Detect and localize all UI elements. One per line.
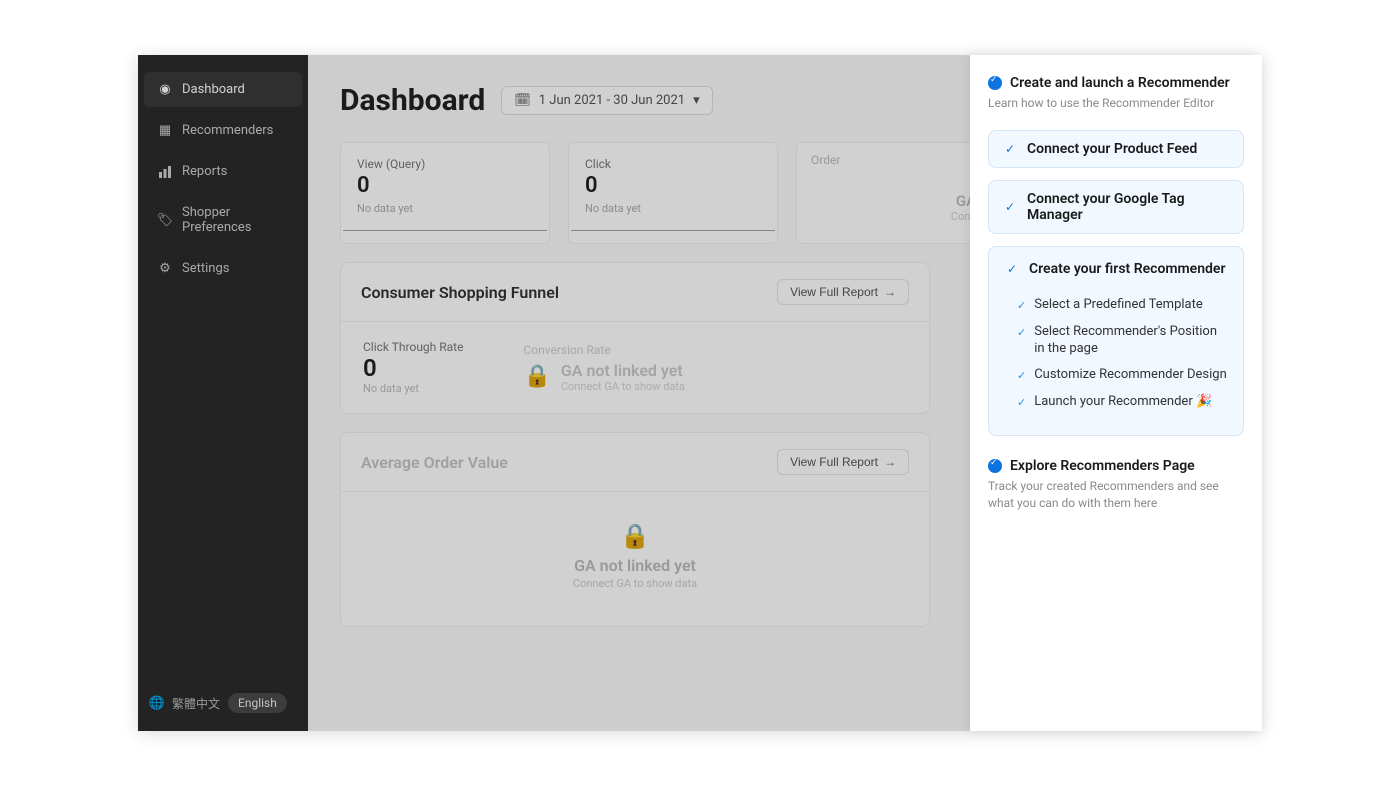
tour-step-title: Create and launch a Recommender — [1010, 75, 1230, 91]
sidebar-label: Shopper Preferences — [182, 205, 288, 235]
lock-icon: 🔒 — [523, 364, 550, 389]
check-icon: ✓ — [1017, 299, 1026, 313]
sidebar-item-settings[interactable]: ⚙ Settings — [144, 251, 302, 286]
stat-sub: No data yet — [357, 202, 533, 215]
metric-ctr: Click Through Rate 0 No data yet — [363, 340, 463, 395]
stat-value: 0 — [357, 173, 533, 198]
panel-head: Consumer Shopping Funnel View Full Repor… — [341, 263, 929, 322]
stat-sub: No data yet — [585, 202, 761, 215]
stat-label: View (Query) — [357, 157, 533, 171]
date-range-picker[interactable]: 🗓 1 Jun 2021 - 30 Jun 2021 ▾ — [501, 86, 712, 115]
tour-step-explore-page: Explore Recommenders Page Track your cre… — [988, 458, 1244, 512]
view-full-report-button[interactable]: View Full Report → — [777, 449, 909, 475]
sidebar-item-dashboard[interactable]: ◉ Dashboard — [144, 72, 302, 107]
tour-card-first-recommender[interactable]: ✓ Create your first Recommender ✓ Select … — [988, 246, 1244, 436]
metric-label: Conversion Rate — [523, 343, 685, 357]
page-title: Dashboard — [340, 83, 485, 118]
stat-label: Click — [585, 157, 761, 171]
stat-card-view: View (Query) 0 No data yet — [340, 142, 550, 244]
metric-sub: No data yet — [363, 382, 463, 395]
substep-label: Launch your Recommender 🎉 — [1034, 394, 1212, 411]
view-full-report-button[interactable]: View Full Report → — [777, 279, 909, 305]
tour-step-title: Explore Recommenders Page — [1010, 458, 1195, 474]
tour-substeps: ✓ Select a Predefined Template ✓ Select Re… — [1005, 297, 1227, 421]
grid-icon: ▦ — [158, 124, 172, 138]
chart-icon — [158, 165, 172, 179]
check-icon: ✓ — [1005, 262, 1019, 276]
language-bar: 🌐 繁體中文 English — [150, 693, 287, 713]
check-icon: ✓ — [1003, 142, 1017, 156]
sidebar-item-reports[interactable]: Reports — [144, 154, 302, 189]
stat-value: 0 — [585, 173, 761, 198]
tour-card-gtm[interactable]: ✓ Connect your Google Tag Manager — [988, 180, 1244, 234]
sidebar-item-recommenders[interactable]: ▦ Recommenders — [144, 113, 302, 148]
lang-en[interactable]: English — [228, 693, 287, 713]
sidebar-label: Recommenders — [182, 123, 273, 138]
interactive-tour-panel: Create and launch a Recommender Learn ho… — [970, 55, 1262, 731]
check-icon: ✓ — [1017, 326, 1026, 340]
check-icon: ✓ — [1017, 369, 1026, 383]
gear-icon: ⚙ — [158, 262, 172, 276]
sidebar: ◉ Dashboard ▦ Recommenders Reports 🏷 Sho… — [138, 55, 308, 731]
tour-card-title: Create your first Recommender — [1029, 261, 1226, 277]
substep-label: Select Recommender's Position in the pag… — [1034, 324, 1227, 358]
panel-body: 🔒 GA not linked yet Connect GA to show d… — [341, 492, 929, 626]
date-range-text: 1 Jun 2021 - 30 Jun 2021 — [539, 93, 685, 108]
tag-icon: 🏷 — [158, 213, 172, 227]
check-circle-icon — [988, 459, 1002, 473]
panel-title: Average Order Value — [361, 453, 508, 472]
locked-title: GA not linked yet — [574, 556, 696, 575]
check-icon: ✓ — [1003, 200, 1017, 214]
check-circle-icon — [988, 76, 1002, 90]
locked-sub: Connect GA to show data — [561, 380, 685, 393]
tour-substep: ✓ Launch your Recommender 🎉 — [1017, 394, 1227, 411]
sidebar-label: Dashboard — [182, 82, 245, 97]
button-label: View Full Report — [790, 285, 878, 299]
locked-title: GA not linked yet — [561, 361, 685, 380]
button-label: View Full Report — [790, 455, 878, 469]
substep-label: Select a Predefined Template — [1034, 297, 1203, 314]
stat-label: Order — [811, 153, 840, 167]
tour-card-product-feed[interactable]: ✓ Connect your Product Feed — [988, 130, 1244, 168]
metric-conversion-locked: Conversion Rate 🔒 GA not linked yet Conn… — [523, 340, 685, 395]
tour-substep: ✓ Customize Recommender Design — [1017, 367, 1227, 384]
metric-label: Click Through Rate — [363, 340, 463, 354]
calendar-icon: 🗓 — [514, 93, 531, 108]
tour-substep: ✓ Select a Predefined Template — [1017, 297, 1227, 314]
lang-zh[interactable]: 繁體中文 — [172, 695, 220, 712]
panel-head: Average Order Value View Full Report → — [341, 433, 929, 492]
globe-icon: 🌐 — [150, 696, 164, 710]
check-icon: ✓ — [1017, 396, 1026, 410]
dashboard-icon: ◉ — [158, 83, 172, 97]
arrow-right-icon: → — [884, 285, 896, 299]
panel-average-order-value: Average Order Value View Full Report → 🔒… — [340, 432, 930, 627]
lock-icon: 🔒 — [620, 522, 650, 550]
sidebar-label: Reports — [182, 164, 227, 179]
tour-step-desc: Track your created Recommenders and see … — [988, 478, 1244, 512]
locked-sub: Connect GA to show data — [573, 577, 697, 590]
panel-consumer-funnel: Consumer Shopping Funnel View Full Repor… — [340, 262, 930, 414]
tour-card-title: Connect your Google Tag Manager — [1027, 191, 1229, 223]
arrow-right-icon: → — [884, 455, 896, 469]
panel-title: Consumer Shopping Funnel — [361, 283, 559, 302]
tour-step-create-recommender: Create and launch a Recommender Learn ho… — [988, 75, 1244, 112]
substep-label: Customize Recommender Design — [1034, 367, 1227, 384]
tour-card-title: Connect your Product Feed — [1027, 141, 1197, 157]
sidebar-label: Settings — [182, 261, 229, 276]
chevron-down-icon: ▾ — [693, 93, 700, 108]
tour-substep: ✓ Select Recommender's Position in the pa… — [1017, 324, 1227, 358]
panel-body: Click Through Rate 0 No data yet Convers… — [341, 322, 929, 413]
sidebar-item-shopper-preferences[interactable]: 🏷 Shopper Preferences — [144, 195, 302, 245]
metric-value: 0 — [363, 354, 463, 382]
tour-step-desc: Learn how to use the Recommender Editor — [988, 95, 1244, 112]
stat-card-click: Click 0 No data yet — [568, 142, 778, 244]
